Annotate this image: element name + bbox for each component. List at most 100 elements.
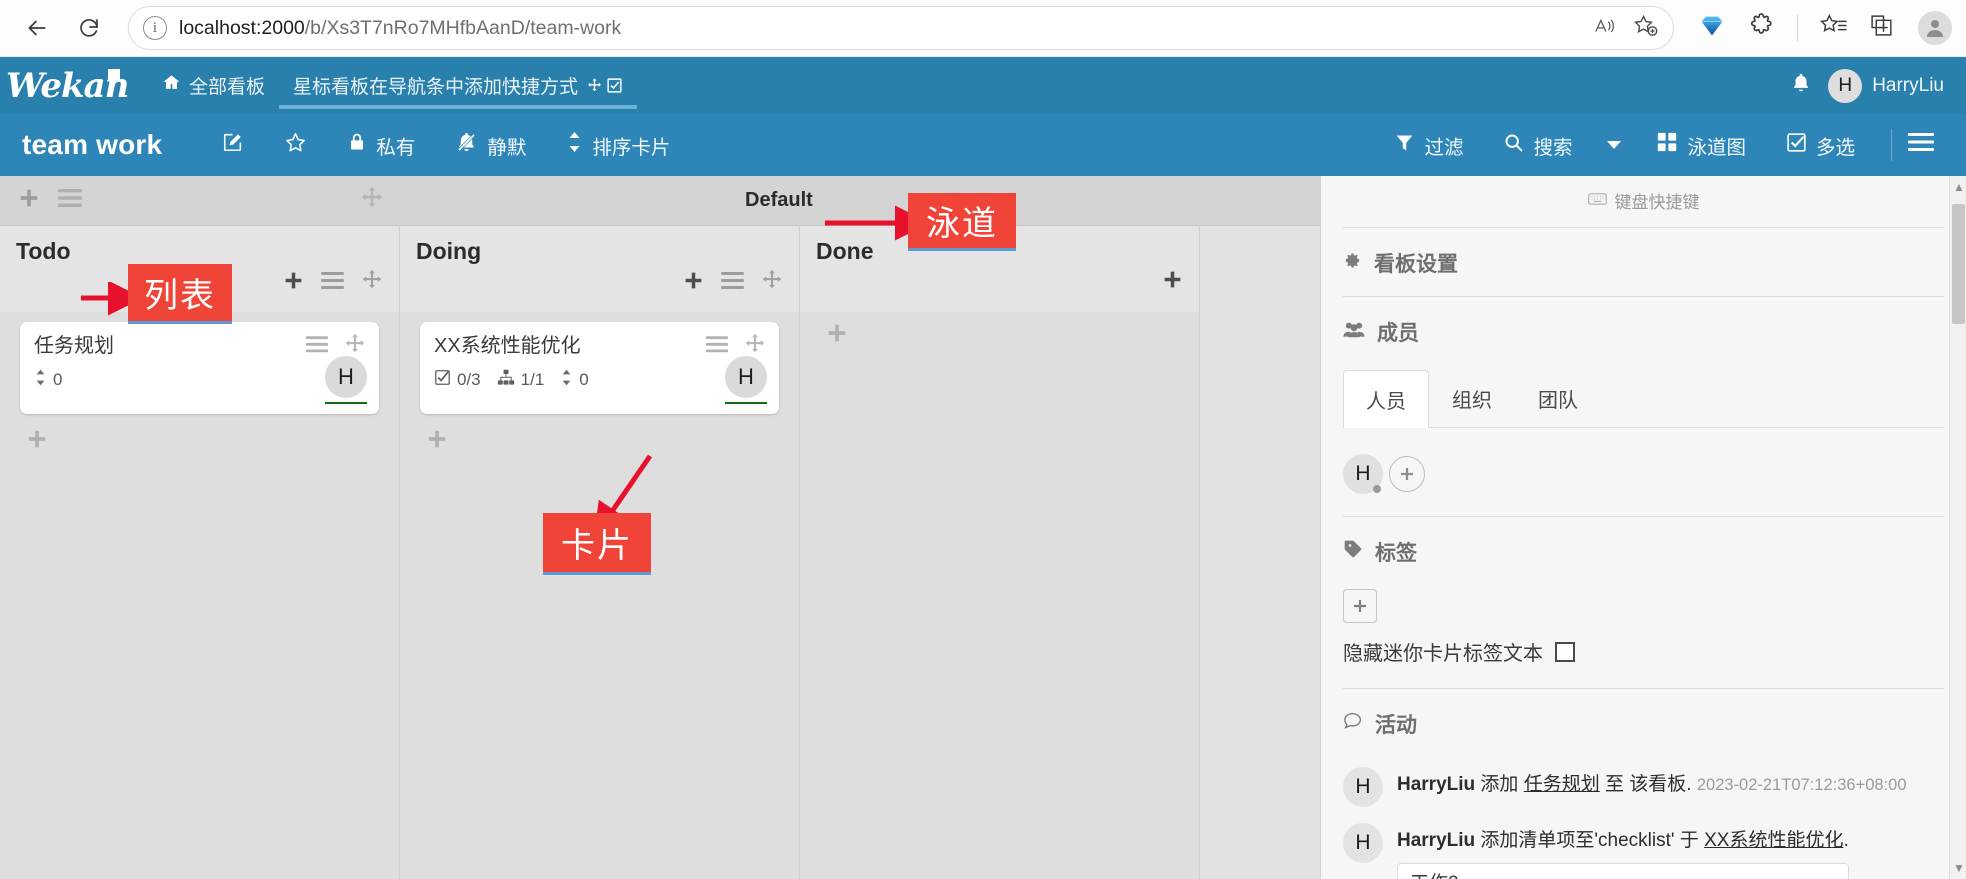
scrollbar-thumb[interactable] [1952, 204, 1965, 324]
swimlane-drag-handle-icon[interactable] [360, 186, 384, 215]
move-checkbox-icons[interactable] [586, 77, 623, 94]
page-title: team work [22, 129, 163, 160]
card-hamburger-icon[interactable] [706, 335, 728, 358]
activity-verb: 添加 [1480, 774, 1519, 795]
tab-teams[interactable]: 团队 [1515, 369, 1601, 427]
filter-button[interactable]: 过滤 [1374, 131, 1483, 160]
sidebar-scrollbar[interactable]: ▲ ▼ [1949, 176, 1966, 879]
swimlane-view-button[interactable]: 泳道图 [1636, 131, 1766, 160]
header-divider [1891, 129, 1892, 161]
search-icon [1503, 132, 1524, 159]
list-menu-icon[interactable] [321, 271, 344, 295]
search-dropdown-toggle[interactable] [1592, 134, 1636, 157]
checkbox-icon [1786, 132, 1807, 159]
add-label-button[interactable] [1343, 589, 1377, 623]
current-board-label: 星标看板在导航条中添加快捷方式 [293, 77, 579, 98]
add-card-button[interactable] [820, 322, 1179, 349]
avatar[interactable]: H [1343, 454, 1383, 494]
activity-target[interactable]: XX系统性能优化 [1704, 830, 1843, 851]
add-card-button[interactable] [20, 428, 379, 455]
add-member-button[interactable] [1389, 456, 1425, 492]
address-bar[interactable]: i localhost:2000/b/Xs3T7nRo7MHfbAanD/tea… [128, 6, 1674, 50]
all-boards-link[interactable]: 全部看板 [148, 57, 279, 114]
activity-user[interactable]: HarryLiu [1397, 830, 1475, 851]
list-add-card-icon[interactable] [1162, 269, 1183, 295]
card-member[interactable]: H [725, 356, 767, 404]
home-icon [162, 73, 181, 98]
card-hamburger-icon[interactable] [306, 335, 328, 358]
keyboard-shortcuts-label: 键盘快捷键 [1614, 193, 1700, 212]
hide-minicard-checkbox[interactable] [1555, 641, 1575, 662]
swimlane-add-icon[interactable] [18, 187, 40, 214]
sidebar-toggle-button[interactable] [1908, 131, 1944, 159]
tab-organizations[interactable]: 组织 [1429, 369, 1515, 427]
sort-cards-label: 排序卡片 [592, 136, 671, 159]
annotation-list: 列表 [128, 264, 232, 324]
multi-select-button[interactable]: 多选 [1766, 131, 1875, 160]
sort-cards-button[interactable]: 排序卡片 [546, 131, 690, 160]
activity-user[interactable]: HarryLiu [1397, 774, 1475, 795]
collections-icon[interactable] [1819, 13, 1847, 43]
tab-people[interactable]: 人员 [1343, 370, 1429, 428]
card-badge-checklist: 0/3 [434, 369, 481, 391]
card-badge-subtask: 1/1 [497, 369, 545, 391]
user-menu[interactable]: H HarryLiu [1828, 68, 1944, 103]
list-title[interactable]: Todo [16, 238, 383, 265]
add-favorite-icon[interactable] [1633, 14, 1659, 43]
list-menu-icon[interactable] [721, 271, 744, 295]
card[interactable]: 任务规划 0 H [20, 322, 379, 414]
activity-item: H HarryLiu 添加 任务规划 至 该看板. 2023-02-21T07:… [1343, 757, 1944, 813]
star-board-button[interactable] [264, 131, 327, 160]
card[interactable]: XX系统性能优化 0/3 1/1 0 H [420, 322, 779, 414]
activity-timestamp: 2023-02-21T07:12:36+08:00 [1696, 776, 1907, 794]
extensions-icon[interactable] [1748, 12, 1775, 44]
filter-label: 过滤 [1424, 136, 1464, 159]
board-visibility-label: 私有 [376, 136, 416, 159]
list-drag-handle-icon[interactable] [361, 269, 383, 296]
card-badge-value: 1/1 [520, 370, 545, 389]
info-icon[interactable]: i [143, 16, 167, 40]
sort-icon [566, 131, 583, 159]
bell-icon[interactable] [1790, 72, 1812, 99]
swimlane-view-label: 泳道图 [1687, 136, 1746, 159]
activity-target[interactable]: 任务规划 [1524, 774, 1600, 795]
board-visibility-button[interactable]: 私有 [327, 131, 435, 160]
card-member[interactable]: H [325, 356, 367, 404]
members-header: 成员 [1343, 297, 1944, 365]
profile-avatar-icon[interactable] [1918, 11, 1952, 45]
browser-toolbar: i localhost:2000/b/Xs3T7nRo7MHfbAanD/tea… [0, 0, 1966, 57]
add-card-button[interactable] [420, 428, 779, 455]
avatar-initial: H [1355, 462, 1371, 485]
list-drag-handle-icon[interactable] [761, 269, 783, 296]
activity-suffix: 至 该看板. [1605, 774, 1692, 795]
list-add-card-icon[interactable] [283, 270, 304, 296]
swimlane-menu-icon[interactable] [58, 188, 82, 213]
search-button[interactable]: 搜索 [1483, 131, 1592, 160]
scroll-down-arrow-icon[interactable]: ▼ [1953, 861, 1965, 875]
chevron-down-icon [1606, 134, 1622, 157]
keyboard-shortcuts-link[interactable]: 键盘快捷键 [1343, 176, 1944, 227]
list-title[interactable]: Doing [416, 238, 783, 265]
back-arrow-icon[interactable] [14, 5, 60, 51]
toolbar-divider [1797, 15, 1798, 41]
hide-minicard-label-text-row[interactable]: 隐藏迷你卡片标签文本 [1343, 637, 1944, 688]
sort-icon [34, 369, 47, 391]
card-badge-sort: 0 [34, 369, 62, 391]
scroll-up-arrow-icon[interactable]: ▲ [1953, 180, 1965, 194]
edit-board-button[interactable] [202, 131, 264, 159]
split-screen-icon[interactable] [1869, 13, 1896, 43]
mute-button[interactable]: 静默 [435, 131, 546, 160]
activity-suffix: . [1843, 830, 1849, 851]
wekan-logo[interactable]: Wekan [0, 57, 148, 114]
subtask-icon [497, 369, 515, 391]
user-name-label: HarryLiu [1872, 74, 1944, 96]
diamond-extension-icon[interactable] [1698, 12, 1726, 45]
current-board-tab[interactable]: 星标看板在导航条中添加快捷方式 [279, 57, 638, 114]
read-aloud-icon[interactable] [1593, 15, 1617, 42]
keyboard-icon [1587, 191, 1607, 211]
activity-verb: 添加清单项至'checklist' 于 [1480, 830, 1699, 851]
list-body [800, 312, 1199, 879]
list-add-card-icon[interactable] [683, 270, 704, 296]
board-settings-header[interactable]: 看板设置 [1343, 228, 1944, 296]
reload-icon[interactable] [66, 5, 112, 51]
